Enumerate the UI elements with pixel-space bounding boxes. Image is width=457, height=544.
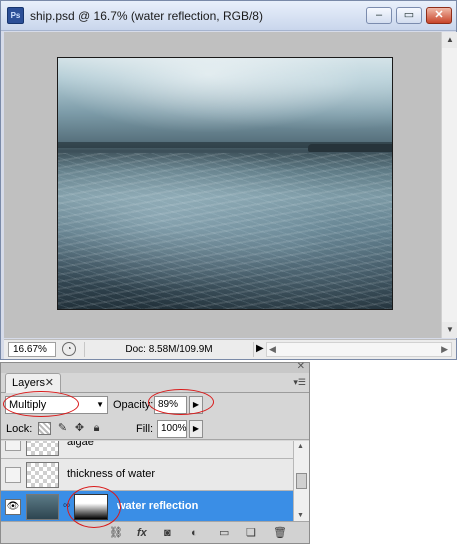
maximize-button[interactable]: ▭: [396, 7, 422, 24]
layer-name: water reflection: [117, 500, 199, 512]
scroll-down-arrow-icon[interactable]: ▼: [297, 512, 304, 519]
close-icon: ✕: [434, 9, 444, 21]
lock-row: Lock: ✎ ✥ 🔒︎ Fill: 100% ▶: [1, 418, 309, 440]
tab-layers-label: Layers: [12, 377, 46, 389]
lock-all-padlock-icon[interactable]: 🔒︎: [90, 422, 103, 435]
minimize-icon: –: [375, 9, 383, 21]
doc-size-readout: Doc: 8.58M/109.9M: [84, 342, 254, 357]
group-folder-icon[interactable]: ▭: [219, 526, 229, 540]
visibility-toggle[interactable]: [5, 467, 21, 483]
fx-icon[interactable]: fx: [137, 526, 147, 540]
status-bar: 16.67% ◔ Doc: 8.58M/109.9M ▶ ◀ ▶: [4, 339, 456, 359]
trash-icon[interactable]: 🗑︎: [273, 526, 287, 540]
eye-visibility-icon[interactable]: 👁︎: [5, 499, 21, 515]
chevron-down-icon: ▼: [96, 400, 104, 409]
layer-name: algae: [67, 441, 94, 448]
scroll-left-arrow-icon[interactable]: ◀: [269, 343, 276, 356]
image-surface-light: [58, 58, 392, 143]
layers-scrollbar[interactable]: ▲ ▼: [293, 441, 309, 521]
visibility-toggle[interactable]: [5, 441, 21, 451]
tab-close-icon[interactable]: ✕: [45, 376, 54, 389]
lock-position-move-icon[interactable]: ✥: [73, 422, 86, 435]
status-menu-arrow-icon[interactable]: ▶: [256, 343, 264, 354]
layers-list: algae thickness of water 👁︎ ∞ water refl…: [1, 441, 293, 521]
opacity-label: Opacity:: [113, 399, 154, 411]
layer-name: thickness of water: [67, 468, 156, 480]
layer-mask-thumbnail[interactable]: [74, 494, 108, 520]
mask-link-chain-icon[interactable]: ∞: [63, 500, 70, 511]
layers-panel: ✕ Layers ✕ ▾☰ Multiply ▼ Opacity: 89% ▶ …: [0, 361, 310, 544]
blend-mode-value: Multiply: [9, 399, 47, 411]
opacity-slider-arrow-icon[interactable]: ▶: [189, 396, 203, 414]
layer-row-thickness-of-water[interactable]: thickness of water: [1, 459, 293, 491]
link-icon[interactable]: ⛓︎: [109, 526, 123, 540]
layer-row-water-reflection[interactable]: 👁︎ ∞ water reflection: [1, 491, 293, 521]
image-rock: [308, 144, 392, 152]
new-layer-icon[interactable]: ❏: [246, 526, 256, 540]
mask-icon[interactable]: ◙: [164, 526, 171, 540]
layer-thumbnail: [26, 462, 59, 488]
canvas-area[interactable]: [4, 32, 441, 338]
panel-menu-icon[interactable]: ▾☰: [293, 377, 306, 388]
maximize-icon: ▭: [403, 9, 415, 21]
scroll-down-arrow-icon[interactable]: ▼: [442, 322, 457, 338]
photoshop-app-icon: Ps: [7, 7, 24, 24]
minimize-button[interactable]: –: [366, 7, 392, 24]
document-title: ship.psd @ 16.7% (water reflection, RGB/…: [30, 9, 263, 23]
fill-label: Fill:: [136, 423, 154, 435]
layer-thumbnail: [26, 494, 59, 520]
panel-tab-row: Layers ✕ ▾☰: [1, 371, 309, 393]
document-window: Ps ship.psd @ 16.7% (water reflection, R…: [0, 0, 457, 360]
layers-bottom-toolbar: ⛓︎ fx ◙ ◐ ▭ ❏ 🗑︎: [1, 521, 309, 543]
opacity-input[interactable]: 89%: [154, 396, 187, 414]
horizontal-scrollbar[interactable]: ◀ ▶: [266, 342, 452, 357]
zoom-level-field[interactable]: 16.67%: [8, 342, 56, 357]
image-water-ripples: [58, 153, 392, 309]
scroll-up-arrow-icon[interactable]: ▲: [297, 443, 304, 450]
lock-transparency-icon[interactable]: [38, 422, 51, 435]
lock-label: Lock:: [6, 423, 33, 435]
adjustment-icon[interactable]: ◐: [191, 526, 198, 540]
layer-row-algae[interactable]: algae: [1, 441, 293, 459]
scroll-up-arrow-icon[interactable]: ▲: [442, 32, 457, 48]
tab-layers[interactable]: Layers ✕: [5, 373, 61, 393]
close-button[interactable]: ✕: [426, 7, 452, 24]
fill-slider-arrow-icon[interactable]: ▶: [189, 420, 203, 438]
document-canvas-image[interactable]: [57, 57, 393, 310]
lock-paint-brush-icon[interactable]: ✎: [56, 422, 69, 435]
blend-options-row: Multiply ▼ Opacity: 89% ▶: [1, 394, 309, 416]
layer-thumbnail: [26, 441, 59, 456]
title-bar[interactable]: Ps ship.psd @ 16.7% (water reflection, R…: [1, 1, 456, 31]
status-info-icon[interactable]: ◔: [62, 342, 76, 356]
blend-mode-select[interactable]: Multiply ▼: [5, 396, 108, 414]
fill-input[interactable]: 100%: [157, 420, 187, 438]
scroll-right-arrow-icon[interactable]: ▶: [441, 343, 448, 356]
vertical-scrollbar[interactable]: ▲ ▼: [441, 32, 457, 338]
scroll-thumb[interactable]: [296, 473, 307, 489]
